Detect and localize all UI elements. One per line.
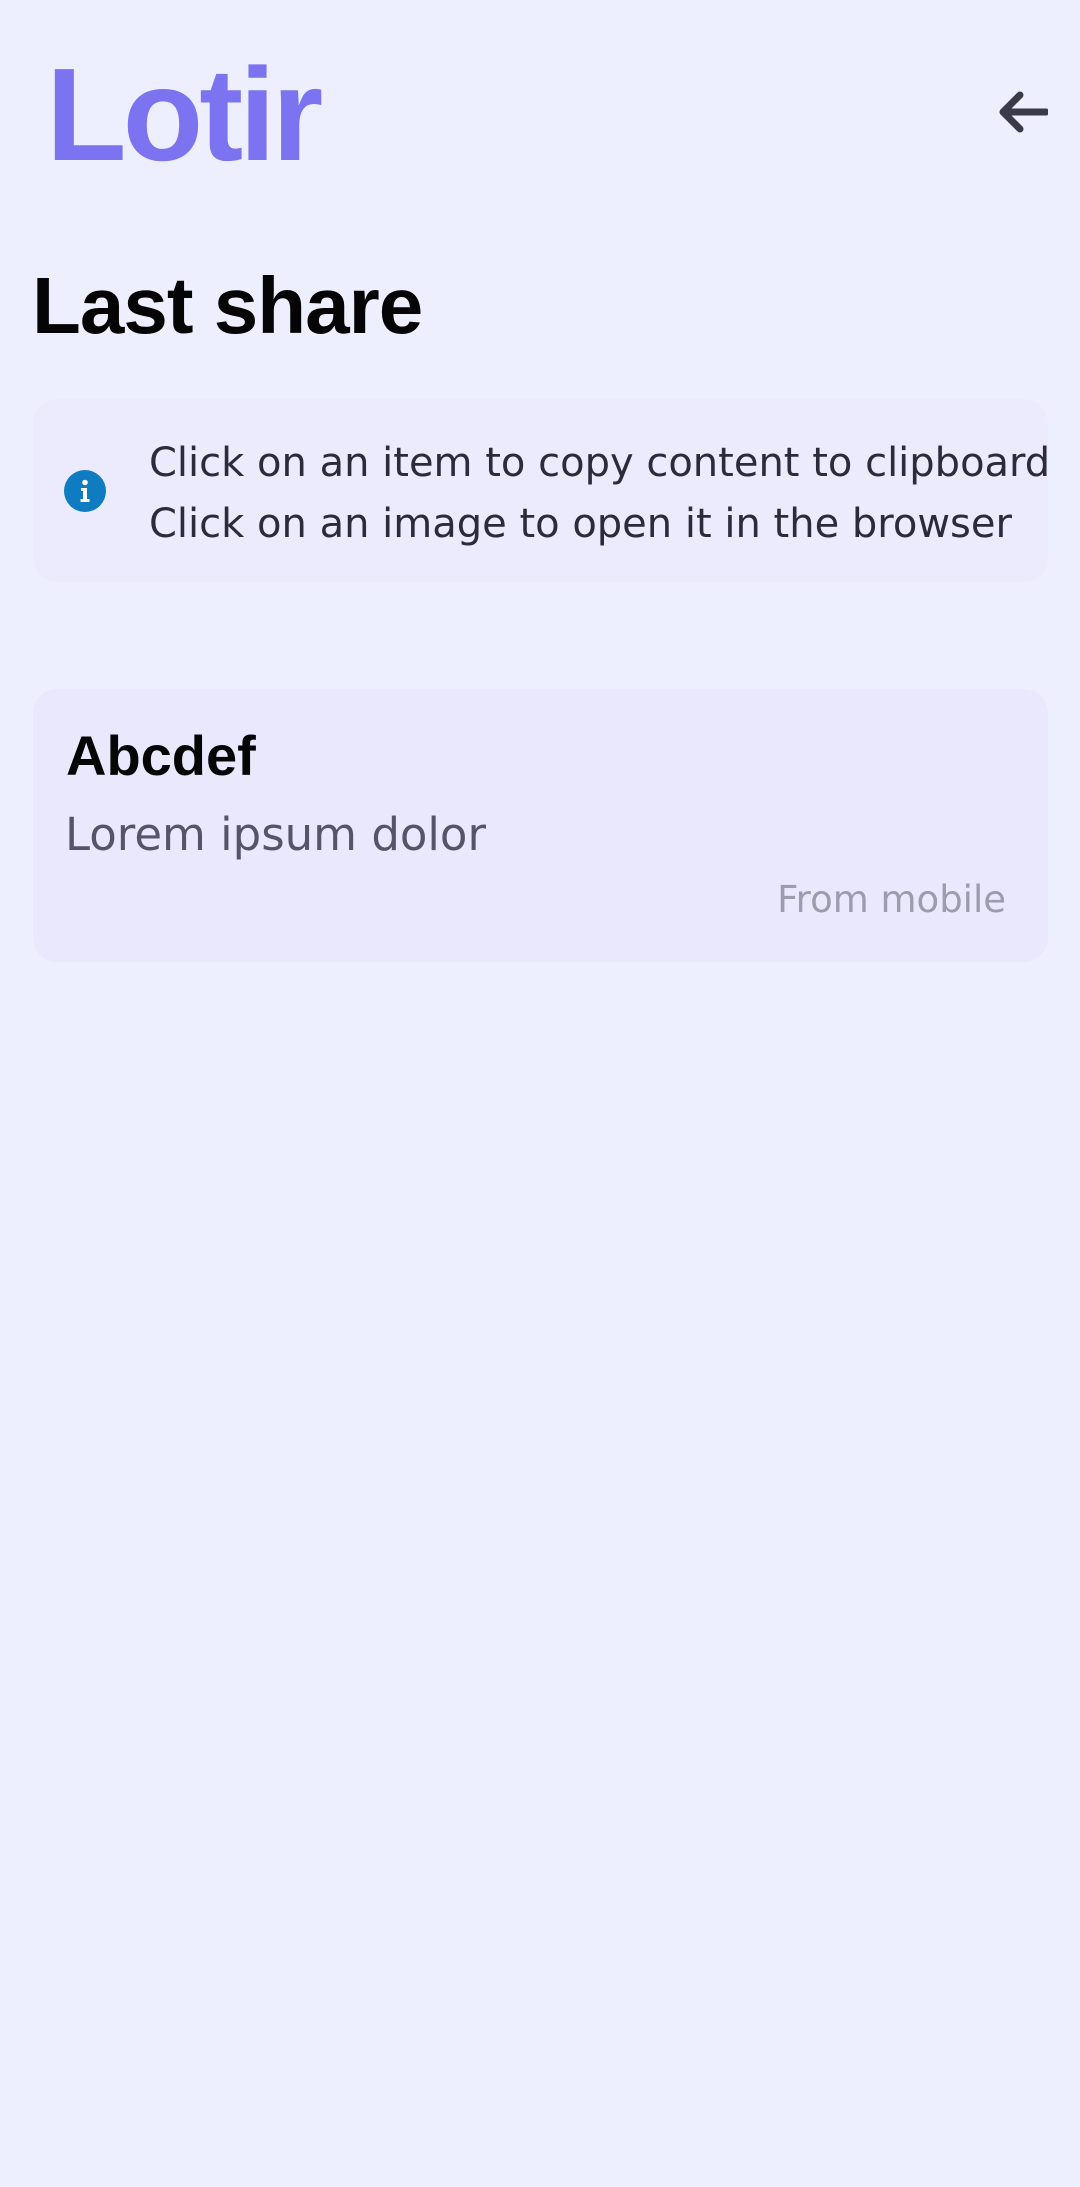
share-item-source: From mobile xyxy=(777,878,1006,921)
info-line-copy: Click on an item to copy content to clip… xyxy=(149,440,1051,486)
back-button[interactable] xyxy=(992,82,1052,142)
arrow-left-icon xyxy=(999,91,1048,133)
info-line-image: Click on an image to open it in the brow… xyxy=(149,501,1012,547)
page-title: Last share xyxy=(32,261,423,350)
info-text: Click on an item to copy content to clip… xyxy=(149,433,1050,555)
app-logo: Lotir xyxy=(46,41,323,188)
last-share-page: Lotir Last share Click on an item to cop… xyxy=(0,0,1080,2187)
share-item-content: Lorem ipsum dolor xyxy=(65,808,486,861)
share-item-card[interactable]: Abcdef Lorem ipsum dolor From mobile xyxy=(33,689,1048,962)
share-item-title: Abcdef xyxy=(66,724,256,787)
info-icon xyxy=(64,470,106,512)
info-banner: Click on an item to copy content to clip… xyxy=(33,399,1050,582)
